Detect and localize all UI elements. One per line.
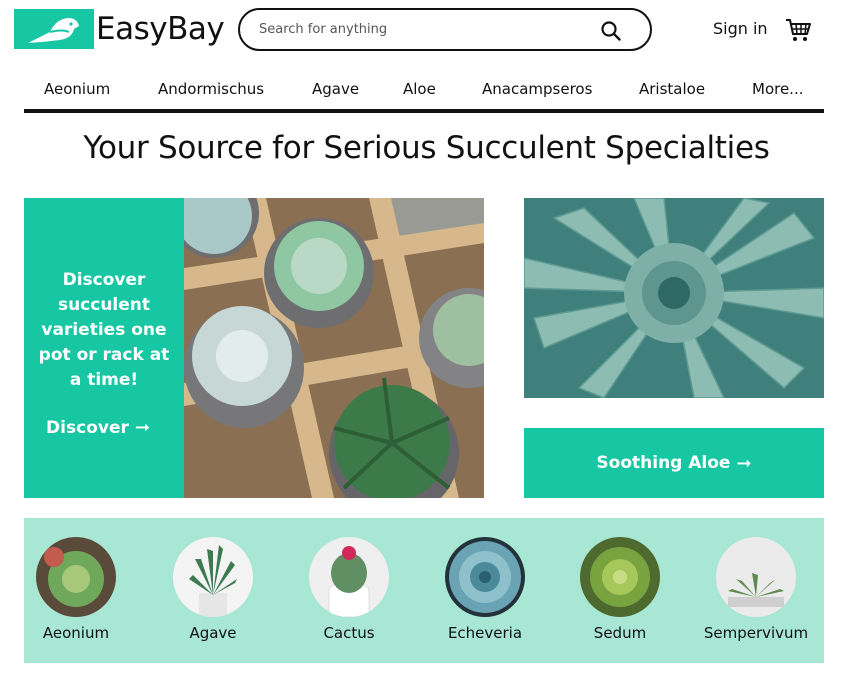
category-label: Echeveria (447, 624, 523, 642)
category-label: Sedum (593, 624, 647, 642)
category-agave[interactable]: Agave (158, 537, 268, 642)
category-label: Cactus (323, 624, 375, 642)
page-headline: Your Source for Serious Succulent Specia… (83, 130, 770, 166)
aeonium-thumbnail (36, 537, 116, 617)
agave-photo[interactable] (524, 198, 824, 398)
nav-item-anacampseros[interactable]: Anacampseros (482, 80, 592, 98)
search-input[interactable] (259, 22, 579, 37)
category-label: Sempervivum (703, 624, 809, 642)
sedum-thumbnail (580, 537, 660, 617)
discover-label: Discover (46, 418, 129, 438)
category-sempervivum[interactable]: Sempervivum (701, 537, 811, 642)
hero-promo-text: Discover succulent varieties one pot or … (38, 270, 170, 390)
echeveria-thumbnail (445, 537, 525, 617)
category-cactus[interactable]: Cactus (294, 537, 404, 642)
arrow-right-icon: ➞ (736, 452, 752, 474)
aloe-label: Soothing Aloe (596, 453, 731, 473)
nav-item-aristaloe[interactable]: Aristaloe (639, 80, 705, 98)
nav-item-andormischus[interactable]: Andormischus (158, 80, 264, 98)
category-echeveria[interactable]: Echeveria (430, 537, 540, 642)
nav-item-more[interactable]: More... (752, 80, 804, 98)
nav-item-aloe[interactable]: Aloe (403, 80, 436, 98)
category-aeonium[interactable]: Aeonium (21, 537, 131, 642)
search-icon[interactable] (600, 20, 622, 42)
category-sedum[interactable]: Sedum (565, 537, 675, 642)
category-strip: Aeonium Agave Cactus Echeveria Sedum Sem… (24, 518, 824, 663)
brand-logo[interactable]: EasyBay (14, 9, 225, 49)
soothing-aloe-button[interactable]: Soothing Aloe ➞ (524, 428, 824, 498)
arrow-right-icon: ➞ (134, 417, 150, 438)
sempervivum-thumbnail (716, 537, 796, 617)
hero-promo-panel: Discover succulent varieties one pot or … (24, 198, 184, 498)
brand-name: EasyBay (96, 11, 225, 47)
nav-item-agave[interactable]: Agave (312, 80, 359, 98)
search-bar[interactable] (238, 8, 652, 51)
bird-logo-icon (14, 9, 94, 49)
discover-link[interactable]: Discover ➞ (24, 417, 172, 438)
category-label: Agave (189, 624, 237, 642)
cart-icon[interactable] (784, 16, 812, 44)
category-label: Aeonium (42, 624, 110, 642)
category-nav: Aeonium Andormischus Agave Aloe Anacamps… (24, 72, 824, 113)
cactus-thumbnail (309, 537, 389, 617)
agave-thumbnail (173, 537, 253, 617)
nav-item-aeonium[interactable]: Aeonium (44, 80, 110, 98)
succulent-rack-photo[interactable] (184, 198, 484, 498)
sign-in-link[interactable]: Sign in (713, 19, 768, 38)
